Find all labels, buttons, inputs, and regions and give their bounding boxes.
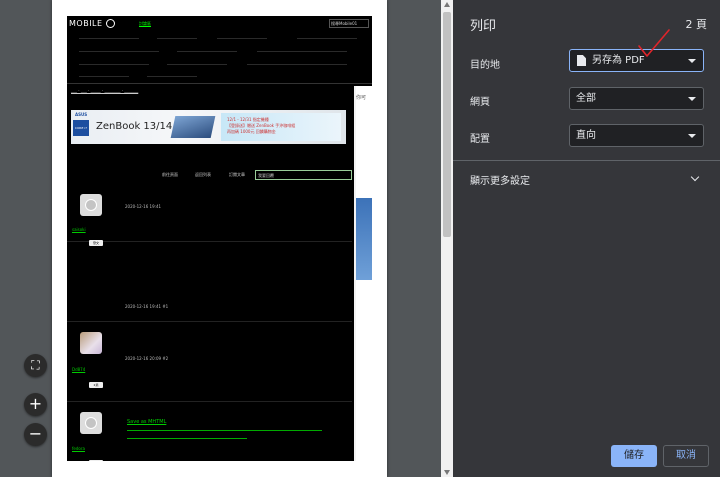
destination-label: 目的地 bbox=[470, 60, 500, 71]
post-link: Save as MHTML bbox=[127, 419, 167, 425]
layout-label: 配置 bbox=[470, 134, 490, 145]
forum-link: 討論區 bbox=[139, 21, 151, 26]
post-text-line bbox=[127, 438, 247, 439]
pages-value: 全部 bbox=[576, 93, 596, 104]
print-settings-panel: 列印 2 頁 目的地 另存為 PDF 網頁 全部 配置 直向 顯示更多設定 儲存… bbox=[453, 0, 720, 477]
fit-to-page-icon[interactable]: ⛶ bbox=[24, 354, 47, 377]
scroll-up-icon[interactable] bbox=[444, 2, 450, 7]
divider bbox=[453, 160, 720, 161]
post-item: saisoki 發文 2020-12-16 19:41 bbox=[67, 184, 352, 246]
avatar bbox=[80, 412, 102, 434]
more-settings-toggle[interactable]: 顯示更多設定 bbox=[470, 172, 530, 187]
page-count: 2 頁 bbox=[685, 18, 708, 31]
side-ad-image bbox=[356, 198, 372, 280]
scroll-thumb[interactable] bbox=[443, 12, 451, 237]
dropdown-caret-icon bbox=[688, 134, 696, 138]
thread-tabs: 前往頁面 返回列表 訂閱文章 我要回覆 bbox=[67, 168, 352, 180]
tab-goto-page: 前往頁面 bbox=[162, 172, 178, 177]
post-username: saisoki bbox=[72, 227, 86, 232]
post-username: fedora bbox=[72, 446, 85, 451]
site-main-column: ___ · ___ · _____ · ________ · _______ A… bbox=[67, 86, 352, 461]
post-item: fedora 1篇 Save as MHTML bbox=[67, 402, 352, 461]
panel-title: 列印 bbox=[470, 19, 497, 34]
ad-title: ZenBook 13/14 bbox=[96, 121, 173, 132]
post-date: 2020-12-16 19:41 #1 bbox=[125, 304, 169, 309]
reply-input: 我要回覆 bbox=[255, 170, 352, 180]
avatar bbox=[80, 194, 102, 216]
pages-label: 網頁 bbox=[470, 97, 490, 108]
layout-value: 直向 bbox=[576, 130, 596, 141]
save-button[interactable]: 儲存 bbox=[611, 445, 657, 467]
post-date: 2020-12-16 20:09 #2 bbox=[125, 356, 169, 361]
post-badge: 1篇 bbox=[89, 460, 103, 461]
cancel-button[interactable]: 取消 bbox=[663, 445, 709, 467]
tab-back-to-list: 返回列表 bbox=[195, 172, 211, 177]
post-username: Dd874 bbox=[72, 367, 86, 372]
checkmark-annotation-icon bbox=[638, 29, 670, 57]
post-text-line bbox=[127, 430, 322, 431]
zoom-out-icon[interactable]: − bbox=[24, 423, 47, 446]
site-logo: MOBILE bbox=[69, 19, 115, 28]
ad-promo-text: 12/1 - 12/31 指定機種 【登錄送】贈送 ZenBook 手沖咖啡組 … bbox=[227, 117, 296, 134]
ad-promo: 12/1 - 12/31 指定機種 【登錄送】贈送 ZenBook 手沖咖啡組 … bbox=[221, 113, 341, 141]
preview-page: MOBILE 討論區 搜尋Mobile01 ___ · ___ · _____ … bbox=[52, 0, 387, 477]
pages-select[interactable]: 全部 bbox=[569, 87, 704, 110]
post-item: Dd874 2篇 2020-12-16 20:09 #2 bbox=[67, 322, 352, 402]
chevron-down-icon[interactable] bbox=[690, 172, 700, 182]
site-side-column: 你可 bbox=[354, 86, 372, 461]
intel-badge-icon: CORE i7 bbox=[73, 120, 89, 136]
post-date: 2020-12-16 19:41 bbox=[125, 204, 162, 209]
print-preview-pane: MOBILE 討論區 搜尋Mobile01 ___ · ___ · _____ … bbox=[0, 0, 453, 477]
tab-subscribe: 訂閱文章 bbox=[229, 172, 245, 177]
side-ad-text: 你可 bbox=[356, 95, 367, 101]
dropdown-caret-icon bbox=[688, 59, 696, 63]
print-dialog: MOBILE 討論區 搜尋Mobile01 ___ · ___ · _____ … bbox=[0, 0, 720, 477]
breadcrumb: ___ · ___ · _____ · ________ · _______ bbox=[71, 88, 139, 93]
post-badge: 2篇 bbox=[89, 382, 103, 388]
site-search-box: 搜尋Mobile01 bbox=[329, 19, 369, 28]
site-nav-row bbox=[67, 35, 372, 45]
site-nav-row bbox=[67, 73, 372, 83]
laptop-image-icon bbox=[170, 116, 216, 138]
layout-select[interactable]: 直向 bbox=[569, 124, 704, 147]
dropdown-caret-icon bbox=[688, 97, 696, 101]
site-header: MOBILE 討論區 搜尋Mobile01 bbox=[67, 16, 372, 84]
avatar bbox=[80, 332, 102, 354]
preview-scrollbar[interactable] bbox=[441, 0, 453, 477]
scroll-down-icon[interactable] bbox=[444, 470, 450, 475]
zoom-in-icon[interactable]: + bbox=[24, 393, 47, 416]
post-item: 2020-12-16 19:41 #1 bbox=[67, 242, 352, 322]
site-nav-row bbox=[67, 48, 372, 58]
ad-brand: ASUS bbox=[75, 112, 88, 117]
site-nav-row bbox=[67, 61, 372, 71]
ad-banner: ASUS CORE i7 ZenBook 13/14 12/1 - 12/31 … bbox=[71, 110, 346, 144]
document-icon bbox=[577, 55, 586, 66]
preview-page-content: MOBILE 討論區 搜尋Mobile01 ___ · ___ · _____ … bbox=[67, 16, 372, 461]
